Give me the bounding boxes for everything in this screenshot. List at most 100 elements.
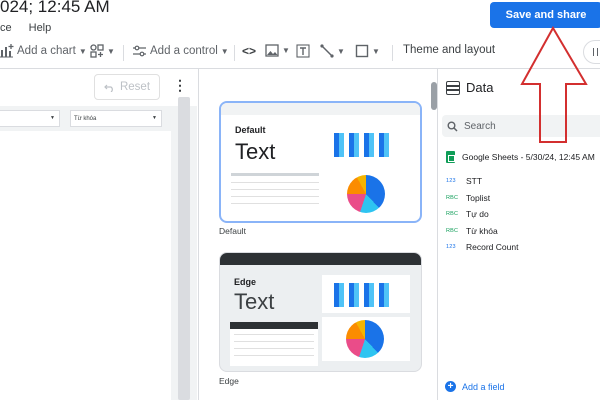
chevron-down-icon: ▼ [337, 46, 345, 56]
add-control-icon [133, 45, 146, 57]
search-icon [447, 121, 458, 132]
bar-chart-preview [334, 133, 389, 157]
chevron-down-icon: ▼ [78, 46, 87, 56]
field-name: STT [466, 176, 483, 187]
chevron-down-icon: ▼ [50, 115, 55, 121]
field-item-tu-khoa[interactable]: RBC Từ khóa [446, 223, 518, 240]
theme-sample-text: Text [235, 139, 276, 164]
filter-control-label: Từ khóa [74, 115, 97, 122]
annotation-arrow-icon [520, 26, 588, 143]
search-placeholder: Search [464, 120, 496, 132]
components-icon [90, 44, 104, 58]
filter-control-keyword[interactable]: Từ khóa ▼ [70, 110, 162, 127]
bar [364, 133, 374, 157]
bar [334, 133, 344, 157]
data-source-label: Google Sheets - 5/30/24, 12:45 AM [462, 152, 595, 162]
field-name: Record Count [466, 242, 519, 253]
toolbar: Add a chart ▼ ▼ Add a control ▼ <> ▼ ▼ ▼… [0, 40, 600, 66]
add-control-label: Add a control [150, 45, 218, 57]
add-field-button[interactable]: + Add a field [445, 381, 505, 392]
code-embed-icon[interactable]: <> [242, 44, 256, 58]
field-list: 123 STT RBC Toplist RBC Tự do RBC Từ khó… [446, 173, 518, 256]
toolbar-divider [234, 45, 235, 61]
chevron-down-icon: ▼ [152, 115, 157, 121]
report-title[interactable]: 024; 12:45 AM [0, 0, 110, 17]
report-canvas-area: Reset ⋮ ▼ Từ khóa ▼ [0, 69, 197, 400]
chevron-down-icon: ▼ [107, 46, 115, 56]
theme-header-band [220, 253, 421, 265]
table-preview [230, 322, 318, 366]
toolbar-divider [392, 45, 393, 61]
add-icon: + [445, 381, 456, 392]
theme-name: Edge [234, 277, 257, 287]
theme-card-edge[interactable]: Edge Text [219, 252, 422, 372]
line-button[interactable]: ▼ [320, 44, 345, 58]
text-box-icon[interactable] [296, 44, 310, 58]
bar-chart-preview [334, 283, 389, 307]
theme-and-layout-label: Theme and layout [403, 44, 496, 56]
chevron-down-icon: ▼ [282, 46, 290, 55]
table-preview [231, 173, 319, 210]
bar-chart-box [322, 275, 410, 313]
field-item-record-count[interactable]: 123 Record Count [446, 239, 518, 256]
pie-chart-preview [346, 320, 384, 358]
bar [349, 283, 359, 307]
data-panel-title: Data [466, 80, 494, 95]
bar [334, 283, 344, 307]
menu-resource[interactable]: ce [0, 22, 12, 34]
reset-button[interactable]: Reset [94, 74, 160, 100]
field-name: Tự do [466, 209, 489, 220]
bar [349, 133, 359, 157]
theme-sample-text: Text [234, 289, 275, 314]
bar [379, 133, 389, 157]
theme-caption-default: Default [219, 226, 246, 236]
toolbar-divider [123, 45, 124, 61]
rectangle-icon [355, 44, 369, 58]
theme-and-layout-button[interactable]: Theme and layout [403, 44, 495, 56]
number-type-icon: 123 [446, 244, 456, 251]
chevron-down-icon: ▼ [220, 46, 229, 56]
filter-control-1[interactable]: ▼ [0, 110, 60, 127]
theme-card-default[interactable]: Default Text [219, 101, 422, 223]
add-field-label: Add a field [462, 381, 505, 392]
data-source-item[interactable]: Google Sheets - 5/30/24, 12:45 AM [446, 151, 595, 163]
bar [379, 283, 389, 307]
text-type-icon: RBC [446, 194, 459, 201]
menu-bar: ce Help [0, 22, 51, 34]
theme-name: Default [235, 125, 266, 135]
theme-caption-edge: Edge [219, 376, 239, 386]
bar [364, 283, 374, 307]
community-viz-button[interactable]: ▼ [90, 44, 115, 58]
table-icon [446, 81, 460, 95]
line-icon [320, 44, 334, 58]
report-page[interactable] [0, 131, 171, 400]
canvas-header: Reset ⋮ [0, 69, 197, 106]
shape-button[interactable]: ▼ [355, 44, 380, 58]
save-and-share-button[interactable]: Save and share [490, 2, 600, 28]
field-item-toplist[interactable]: RBC Toplist [446, 190, 518, 207]
text-type-icon: RBC [446, 211, 459, 218]
theme-panel: Default Text Default Edge Text Edge [198, 69, 436, 400]
image-button[interactable]: ▼ [265, 44, 290, 57]
field-name: Từ khóa [466, 225, 498, 236]
field-name: Toplist [466, 192, 491, 203]
menu-help[interactable]: Help [29, 22, 52, 34]
theme-header-band [221, 103, 420, 115]
field-item-stt[interactable]: 123 STT [446, 173, 518, 190]
pie-chart-box [322, 317, 410, 361]
add-chart-button[interactable]: Add a chart ▼ [0, 44, 87, 58]
google-sheets-icon [446, 151, 455, 163]
pie-chart-preview [347, 175, 385, 213]
reset-label: Reset [119, 81, 151, 93]
add-chart-label: Add a chart [17, 45, 76, 57]
field-item-tu-do[interactable]: RBC Tự do [446, 206, 518, 223]
text-type-icon: RBC [446, 227, 459, 234]
number-type-icon: 123 [446, 178, 456, 185]
image-icon [265, 44, 279, 57]
chevron-down-icon: ▼ [372, 46, 380, 56]
more-options-icon[interactable]: ⋮ [173, 78, 187, 92]
add-control-button[interactable]: Add a control ▼ [132, 44, 229, 58]
undo-icon [104, 84, 113, 92]
add-chart-icon [0, 44, 14, 58]
canvas-scrollbar[interactable] [178, 97, 190, 400]
